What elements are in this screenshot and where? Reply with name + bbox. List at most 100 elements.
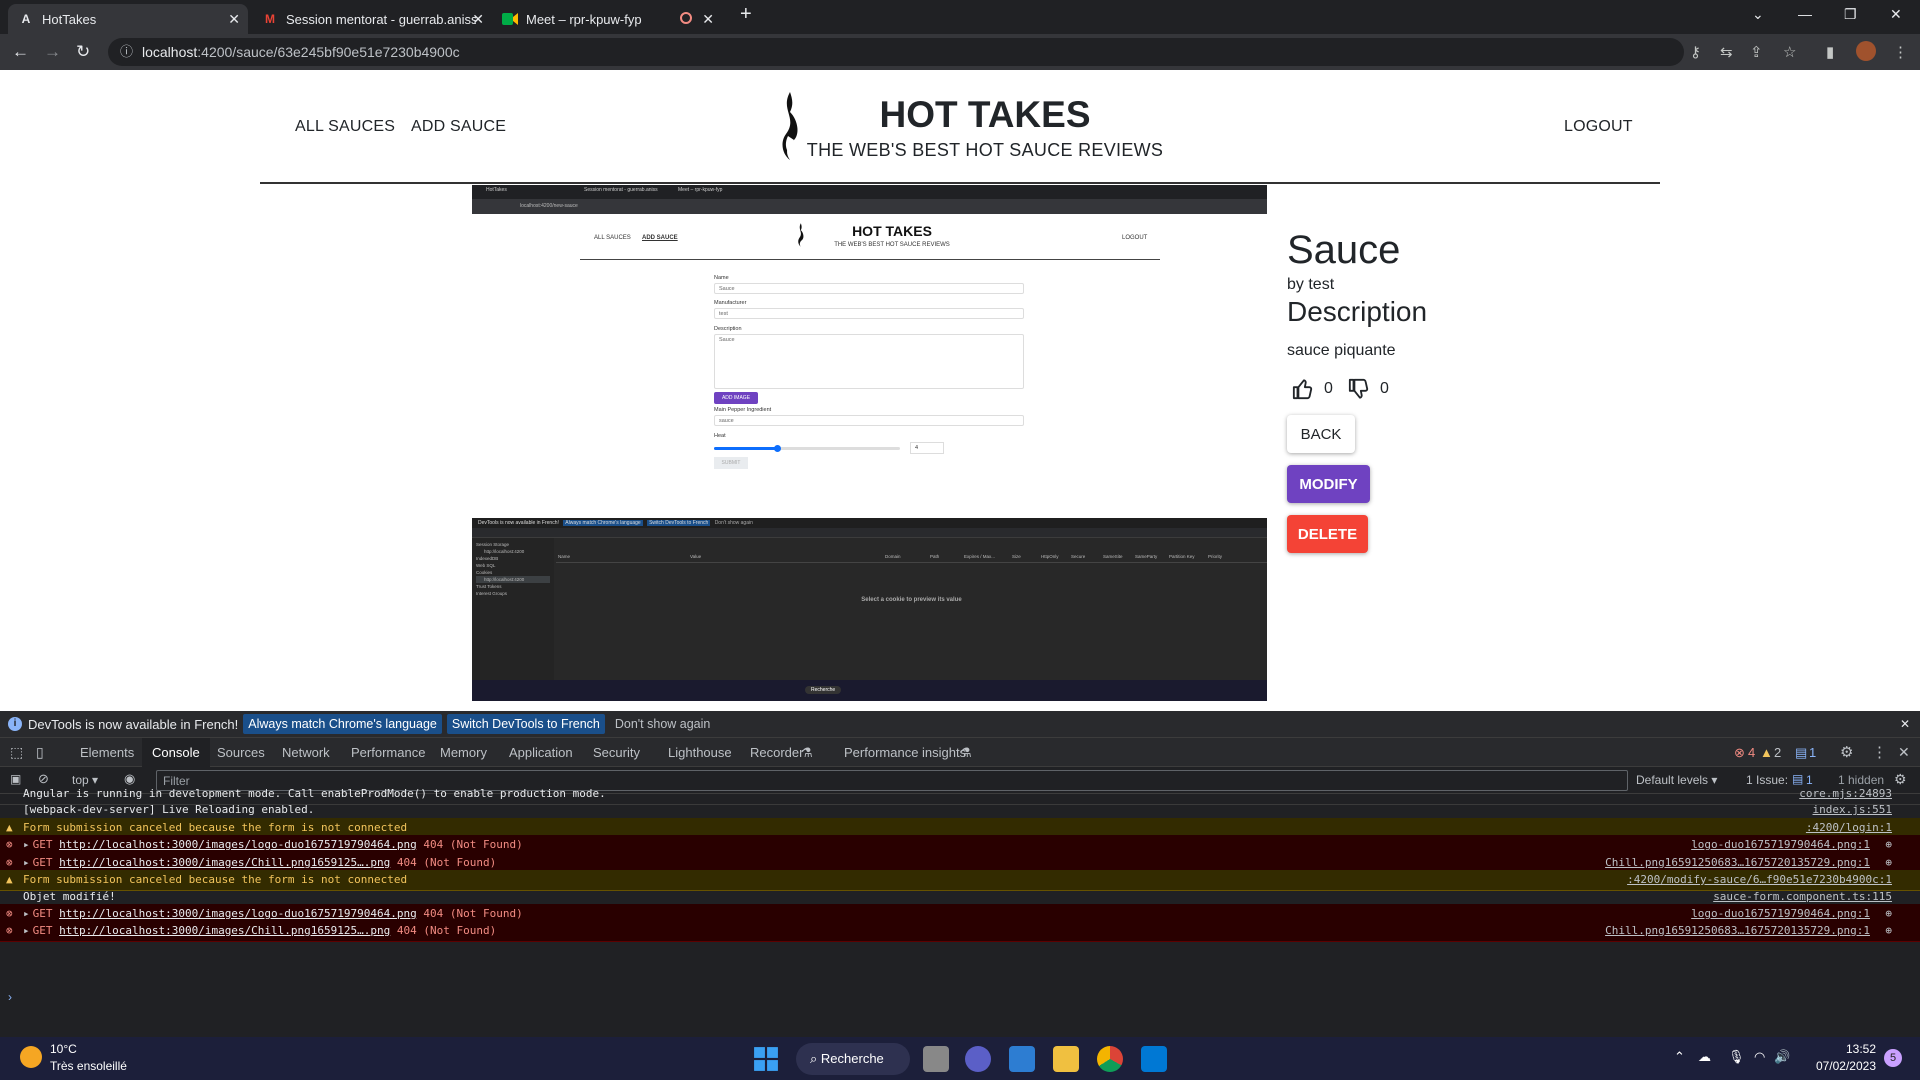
request-method: GET	[32, 856, 60, 869]
tab-security[interactable]: Security	[593, 738, 640, 767]
devtools-tabs: ⬚ ▯ Elements Console Sources Network Per…	[0, 738, 1920, 767]
tab-application[interactable]: Application	[509, 738, 573, 767]
sun-weather-icon[interactable]	[20, 1046, 42, 1068]
network-globe-icon[interactable]: ⊕	[1885, 921, 1892, 941]
site-info-icon[interactable]: ⓘ	[120, 38, 133, 66]
close-infobar-icon[interactable]: ✕	[1900, 717, 1910, 731]
tray-chevron-icon[interactable]: ⌃	[1674, 1049, 1685, 1065]
windows-start-icon[interactable]	[753, 1046, 779, 1072]
vscode-icon[interactable]	[1141, 1046, 1167, 1072]
delete-button[interactable]: DELETE	[1287, 515, 1368, 553]
tab-gmail[interactable]: M Session mentorat - guerrab.aniss ✕	[252, 4, 492, 34]
tab-elements[interactable]: Elements	[80, 738, 134, 767]
log-message: ▸ GET http://localhost:3000/images/logo-d…	[23, 835, 523, 855]
clock-date: 07/02/2023	[1815, 1059, 1876, 1073]
close-tab-icon[interactable]: ✕	[472, 11, 484, 28]
address-bar[interactable]: ⓘ localhost:4200/sauce/63e245bf90e51e723…	[108, 38, 1684, 66]
tab-performance-insights[interactable]: Performance insights	[844, 738, 966, 767]
tab-network[interactable]: Network	[282, 738, 330, 767]
chrome-icon[interactable]	[1097, 1046, 1123, 1072]
request-url-link[interactable]: http://localhost:3000/images/Chill.png16…	[59, 924, 390, 937]
nav-add-sauce[interactable]: ADD SAUCE	[411, 118, 506, 136]
back-icon[interactable]: ←	[12, 42, 29, 62]
logout-link[interactable]: LOGOUT	[1564, 118, 1633, 136]
notification-badge[interactable]: 5	[1884, 1049, 1902, 1067]
profile-avatar[interactable]	[1856, 41, 1876, 61]
settings-gear-icon[interactable]: ⚙	[1840, 738, 1853, 767]
always-match-language-button[interactable]: Always match Chrome's language	[243, 714, 442, 734]
warning-count-icon[interactable]: ▲	[1760, 738, 1773, 767]
dislike-control[interactable]: 0	[1348, 378, 1389, 400]
tab-memory[interactable]: Memory	[440, 738, 487, 767]
close-devtools-icon[interactable]: ✕	[1898, 738, 1910, 767]
embedded-col: SameSite	[1103, 554, 1123, 559]
reload-icon[interactable]: ↻	[76, 42, 90, 62]
expand-triangle-icon[interactable]: ▸	[23, 838, 30, 851]
tab-search-icon[interactable]: ⌄	[1752, 6, 1764, 23]
log-source-link[interactable]: logo-duo1675719790464.png:1	[1691, 835, 1870, 855]
console-error-row[interactable]: ⊗ ▸ GET http://localhost:3000/images/Chill…	[0, 921, 1920, 942]
close-tab-icon[interactable]: ✕	[228, 11, 240, 28]
close-window-icon[interactable]: ✕	[1890, 6, 1902, 23]
request-url-link[interactable]: http://localhost:3000/images/Chill.png16…	[59, 856, 390, 869]
tab-lighthouse[interactable]: Lighthouse	[668, 738, 732, 767]
key-icon[interactable]: ⚷	[1690, 43, 1701, 61]
system-clock[interactable]: 13:52 07/02/2023	[1812, 1041, 1876, 1075]
back-button[interactable]: BACK	[1287, 415, 1355, 453]
switch-to-french-button[interactable]: Switch DevTools to French	[446, 714, 605, 734]
request-url-link[interactable]: http://localhost:3000/images/logo-duo167…	[59, 838, 417, 851]
network-globe-icon[interactable]: ⊕	[1885, 835, 1892, 855]
tab-meet[interactable]: Meet – rpr-kpuw-fyp ✕	[492, 4, 722, 34]
side-panel-icon[interactable]: ▮	[1826, 43, 1834, 61]
weather-widget[interactable]: 10°C Très ensoleillé	[50, 1041, 127, 1075]
store-icon[interactable]	[1009, 1046, 1035, 1072]
cloud-icon[interactable]: ☁	[1698, 1049, 1711, 1065]
tab-hottakes[interactable]: A HotTakes ✕	[8, 4, 248, 34]
forward-icon[interactable]: →	[44, 42, 61, 62]
warning-count[interactable]: 2	[1774, 738, 1781, 767]
bookmark-star-icon[interactable]: ☆	[1783, 43, 1796, 61]
tab-recorder[interactable]: Recorder	[750, 738, 803, 767]
tab-sources[interactable]: Sources	[217, 738, 265, 767]
like-control[interactable]: 0	[1292, 378, 1333, 400]
console-prompt-chevron-icon[interactable]: ›	[8, 990, 12, 1004]
menu-icon[interactable]: ⋮	[1893, 43, 1908, 61]
error-count[interactable]: 4	[1748, 738, 1755, 767]
error-count-icon[interactable]: ⊗	[1734, 738, 1745, 767]
expand-triangle-icon[interactable]: ▸	[23, 924, 30, 937]
taskbar-search[interactable]: ⌕ Recherche	[796, 1043, 910, 1075]
inspect-icon[interactable]: ⬚	[10, 738, 23, 767]
dont-show-again-button[interactable]: Don't show again	[615, 717, 711, 731]
device-toolbar-icon[interactable]: ▯	[36, 738, 44, 767]
thumbs-up-icon[interactable]	[1292, 378, 1314, 400]
tab-performance[interactable]: Performance	[351, 738, 425, 767]
maximize-icon[interactable]: ❐	[1844, 6, 1857, 23]
close-tab-icon[interactable]: ✕	[702, 11, 714, 28]
thumbs-down-icon[interactable]	[1348, 378, 1370, 400]
wifi-icon[interactable]: ◠	[1754, 1049, 1765, 1065]
expand-triangle-icon[interactable]: ▸	[23, 856, 30, 869]
minimize-icon[interactable]: —	[1798, 6, 1812, 22]
file-explorer-icon[interactable]	[1053, 1046, 1079, 1072]
message-count[interactable]: 1	[1809, 738, 1816, 767]
microphone-icon[interactable]: 🎙	[1728, 1049, 1745, 1065]
description-heading: Description	[1287, 296, 1428, 327]
more-options-icon[interactable]: ⋮	[1872, 738, 1887, 767]
expand-triangle-icon[interactable]: ▸	[23, 907, 30, 920]
log-source-link[interactable]: index.js:551	[1813, 800, 1892, 820]
modify-button[interactable]: MODIFY	[1287, 465, 1370, 503]
teams-chat-icon[interactable]	[965, 1046, 991, 1072]
new-tab-icon[interactable]: +	[740, 3, 752, 26]
tab-console[interactable]: Console	[142, 738, 210, 767]
embedded-heat-number: 4	[910, 442, 944, 454]
translate-icon[interactable]: ⇆	[1720, 43, 1733, 61]
embedded-search: Recherche	[805, 686, 842, 694]
message-count-icon[interactable]: ▤	[1795, 738, 1807, 767]
share-icon[interactable]: ⇪	[1750, 43, 1763, 61]
log-source-link[interactable]: Chill.png16591250683…1675720135729.png:1	[1605, 921, 1870, 941]
volume-icon[interactable]: 🔊	[1774, 1049, 1790, 1065]
embedded-input: test	[714, 308, 1024, 319]
request-url-link[interactable]: http://localhost:3000/images/logo-duo167…	[59, 907, 417, 920]
task-view-icon[interactable]	[923, 1046, 949, 1072]
nav-all-sauces[interactable]: ALL SAUCES	[295, 118, 395, 136]
